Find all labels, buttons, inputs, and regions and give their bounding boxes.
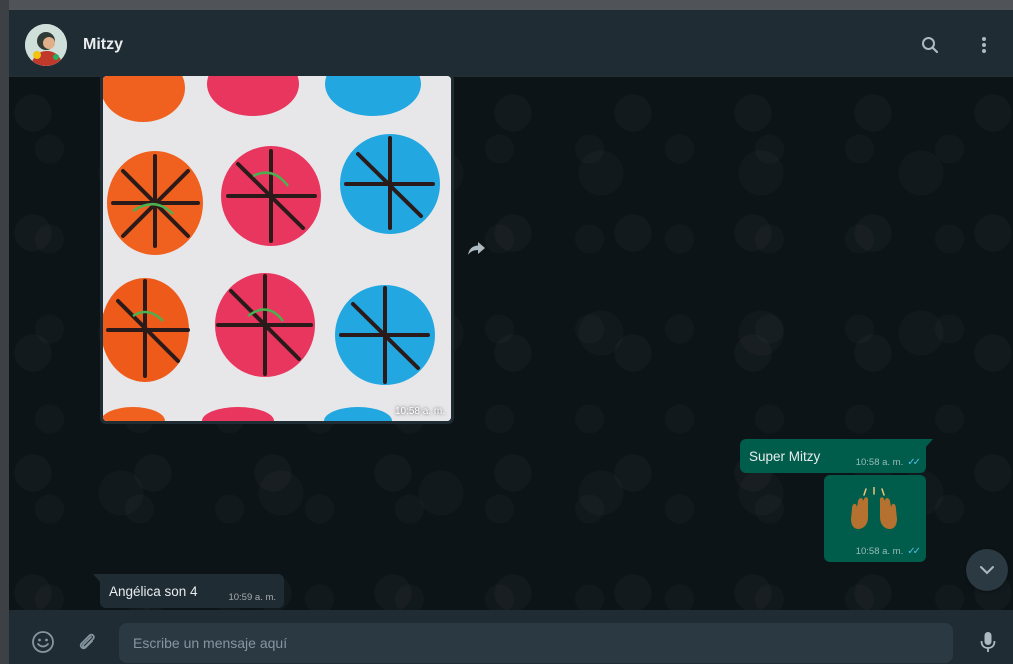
outgoing-emoji-message[interactable]: 10:58 a. m. ✓✓ [824, 475, 926, 562]
avatar[interactable] [25, 24, 67, 66]
message-meta: 10:59 a. m. [228, 592, 276, 603]
forward-icon[interactable] [466, 237, 488, 259]
message-time: 10:58 a. m. [855, 546, 904, 557]
attach-icon[interactable] [73, 628, 101, 656]
window-left-strip [0, 0, 9, 664]
bubble-tail [925, 439, 933, 448]
raising-hands-emoji-icon [846, 486, 902, 531]
microphone-icon[interactable] [974, 628, 1002, 656]
window-top-strip [0, 0, 1013, 10]
image-message[interactable]: 10:58 a. m. [100, 73, 454, 424]
emoji-icon[interactable] [29, 628, 57, 656]
bubble-tail [93, 574, 101, 583]
message-time: 10:58 a. m. [855, 457, 904, 468]
message-text: Angélica son 4 [109, 584, 198, 599]
message-list[interactable]: 10:58 a. m. Super Mitzy 10:58 a. m. ✓✓ 1… [9, 73, 1013, 610]
outgoing-message[interactable]: Super Mitzy 10:58 a. m. ✓✓ [740, 439, 933, 473]
message-input[interactable] [119, 623, 953, 663]
message-image[interactable]: 10:58 a. m. [103, 76, 451, 421]
contact-name[interactable]: Mitzy [83, 36, 123, 54]
menu-icon[interactable] [971, 32, 997, 58]
message-time: 10:59 a. m. [228, 592, 276, 603]
chat-header: Mitzy [9, 10, 1013, 77]
scroll-down-button[interactable] [966, 549, 1008, 591]
chevron-down-icon [980, 566, 994, 575]
search-icon[interactable] [917, 32, 943, 58]
read-ticks-icon: ✓✓ [907, 457, 921, 468]
image-timestamp: 10:58 a. m. [394, 406, 445, 417]
photo-painted-gourds [103, 76, 451, 421]
chat-window: Mitzy 10:58 a. m. Super Mitzy 10:58 a. m… [9, 10, 1013, 664]
incoming-message[interactable]: Angélica son 4 10:59 a. m. [93, 574, 284, 608]
read-ticks-icon: ✓✓ [907, 546, 921, 557]
message-meta: 10:58 a. m. ✓✓ [855, 546, 921, 557]
compose-bar [9, 610, 1013, 664]
message-text: Super Mitzy [749, 449, 821, 464]
message-meta: 10:58 a. m. ✓✓ [855, 457, 921, 468]
